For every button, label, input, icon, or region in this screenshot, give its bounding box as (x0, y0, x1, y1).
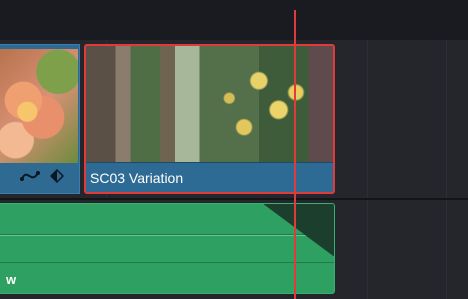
clip-footer (0, 163, 79, 193)
selected-video-clip[interactable]: SC03 Variation (84, 44, 335, 194)
audio-clip[interactable]: w (0, 203, 335, 294)
timeline-ruler[interactable] (0, 0, 468, 41)
clip-thumbnail (0, 49, 78, 163)
fade-handle[interactable] (264, 204, 334, 256)
audio-clip-name: w (6, 272, 17, 287)
curve-icon[interactable] (20, 169, 40, 187)
keyframe-diamond-icon[interactable] (50, 169, 64, 187)
video-clip-left[interactable] (0, 44, 80, 194)
playhead[interactable] (294, 10, 296, 299)
